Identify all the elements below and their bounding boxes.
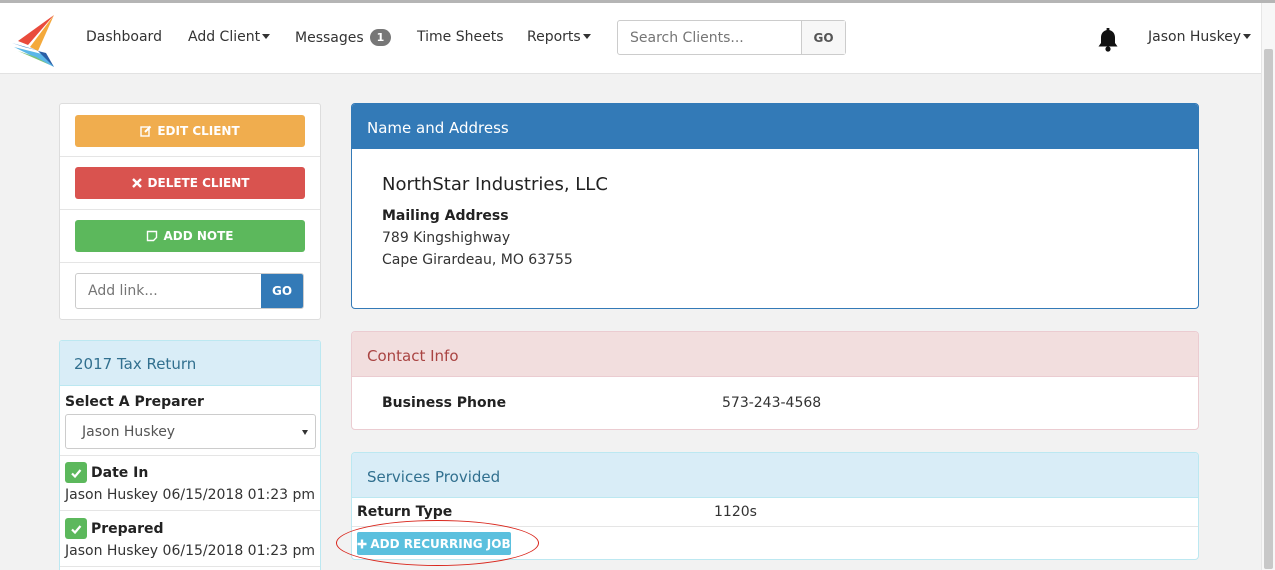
user-menu[interactable]: Jason Huskey bbox=[1148, 29, 1252, 45]
divider bbox=[60, 510, 320, 511]
search-go-button[interactable]: GO bbox=[801, 21, 845, 54]
tax-return-panel: 2017 Tax Return Select A Preparer Jason … bbox=[59, 340, 321, 570]
mailing-address-label: Mailing Address bbox=[382, 208, 509, 224]
divider bbox=[60, 566, 320, 567]
action-row: DELETE CLIENT bbox=[60, 157, 320, 210]
services-panel: Services Provided Return Type 1120s ADD … bbox=[351, 452, 1199, 560]
search-input[interactable] bbox=[618, 21, 801, 54]
add-link-group: GO bbox=[75, 273, 304, 309]
app-logo[interactable] bbox=[10, 11, 58, 67]
nav-add-client[interactable]: Add Client bbox=[188, 29, 271, 45]
return-type-value: 1120s bbox=[714, 504, 757, 520]
services-title: Services Provided bbox=[352, 453, 1198, 498]
status-step: Prepared Jason Huskey 06/15/2018 01:23 p… bbox=[65, 518, 315, 559]
contact-info-title: Contact Info bbox=[352, 332, 1198, 377]
nav-messages[interactable]: Messages 1 bbox=[295, 29, 392, 46]
tax-return-title: 2017 Tax Return bbox=[60, 341, 320, 386]
close-icon bbox=[131, 178, 142, 188]
step-title: Date In bbox=[91, 464, 149, 481]
client-search: GO bbox=[617, 20, 846, 55]
edit-client-button[interactable]: EDIT CLIENT bbox=[75, 115, 305, 147]
note-icon bbox=[147, 230, 158, 242]
name-address-panel: Name and Address NorthStar Industries, L… bbox=[351, 103, 1199, 309]
add-link-go-button[interactable]: GO bbox=[261, 274, 303, 308]
edit-client-label: EDIT CLIENT bbox=[157, 124, 240, 138]
add-recurring-job-label: ADD RECURRING JOB bbox=[370, 536, 511, 551]
divider bbox=[352, 526, 1198, 527]
business-phone-label: Business Phone bbox=[382, 395, 507, 411]
name-address-title: Name and Address bbox=[352, 104, 1198, 149]
page-scrollbar[interactable] bbox=[1261, 3, 1275, 570]
address-line-1: 789 Kingshighway bbox=[382, 230, 511, 246]
address-line-2: Cape Girardeau, MO 63755 bbox=[382, 252, 573, 268]
action-row: EDIT CLIENT bbox=[60, 104, 320, 157]
delete-client-label: DELETE CLIENT bbox=[147, 176, 250, 190]
edit-icon bbox=[140, 125, 152, 137]
step-title: Prepared bbox=[91, 520, 164, 537]
nav-reports-label: Reports bbox=[527, 29, 581, 45]
contact-info-panel: Contact Info Business Phone 573-243-4568 bbox=[351, 331, 1199, 430]
status-step: Date In Jason Huskey 06/15/2018 01:23 pm bbox=[65, 462, 315, 503]
nav-messages-label: Messages bbox=[295, 30, 364, 46]
checkmark-icon bbox=[65, 518, 87, 539]
scrollbar-thumb[interactable] bbox=[1264, 49, 1273, 569]
step-meta: Jason Huskey 06/15/2018 01:23 pm bbox=[65, 543, 316, 559]
step-meta: Jason Huskey 06/15/2018 01:23 pm bbox=[65, 487, 316, 503]
nav-time-sheets[interactable]: Time Sheets bbox=[417, 29, 503, 45]
client-actions-panel: EDIT CLIENT DELETE CLIENT ADD NOTE GO bbox=[59, 103, 321, 320]
client-name: NorthStar Industries, LLC bbox=[382, 174, 608, 195]
add-recurring-job-button[interactable]: ADD RECURRING JOB bbox=[357, 532, 511, 555]
preparer-selected-value: Jason Huskey bbox=[82, 424, 176, 440]
bell-icon[interactable] bbox=[1097, 28, 1119, 52]
checkmark-icon bbox=[65, 462, 87, 483]
chevron-down-icon bbox=[1243, 33, 1252, 39]
add-note-button[interactable]: ADD NOTE bbox=[75, 220, 305, 252]
preparer-label: Select A Preparer bbox=[65, 394, 204, 410]
chevron-down-icon bbox=[262, 33, 271, 39]
delete-client-button[interactable]: DELETE CLIENT bbox=[75, 167, 305, 199]
chevron-down-icon bbox=[302, 430, 308, 435]
add-note-label: ADD NOTE bbox=[163, 229, 234, 243]
nav-add-client-label: Add Client bbox=[188, 29, 261, 45]
nav-reports[interactable]: Reports bbox=[527, 29, 591, 45]
action-row: ADD NOTE bbox=[60, 210, 320, 263]
plus-icon bbox=[357, 539, 367, 548]
business-phone-value: 573-243-4568 bbox=[722, 395, 822, 411]
preparer-select[interactable]: Jason Huskey bbox=[65, 414, 316, 449]
return-type-label: Return Type bbox=[357, 504, 453, 520]
nav-dashboard[interactable]: Dashboard bbox=[86, 29, 162, 45]
user-name: Jason Huskey bbox=[1148, 29, 1242, 45]
messages-count-badge: 1 bbox=[369, 29, 392, 46]
divider bbox=[60, 455, 320, 456]
add-link-input[interactable] bbox=[76, 274, 261, 308]
navbar: Dashboard Add Client Messages 1 Time Shee… bbox=[0, 3, 1261, 74]
chevron-down-icon bbox=[582, 33, 591, 39]
